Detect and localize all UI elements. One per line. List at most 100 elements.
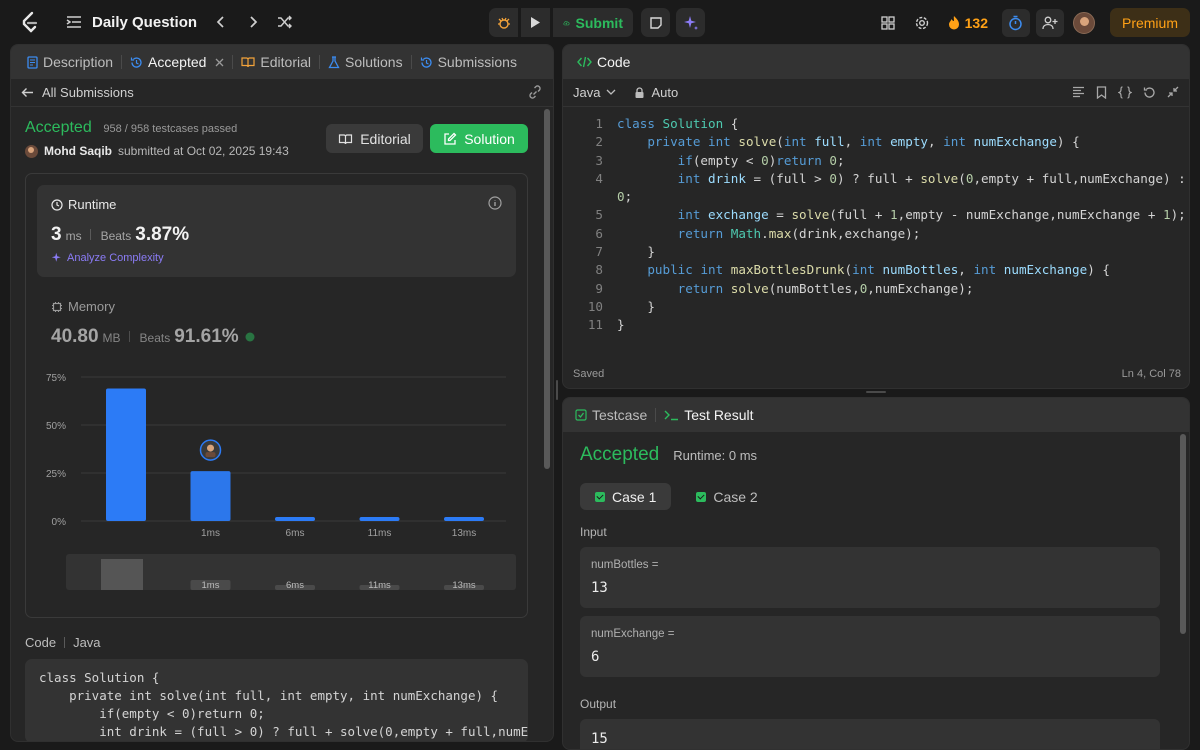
navigator-label: 1ms (202, 580, 220, 591)
chevron-left-icon[interactable] (207, 8, 235, 36)
chevron-down-icon[interactable] (606, 89, 616, 96)
settings-gear-icon[interactable] (908, 9, 936, 37)
tab-accepted[interactable]: Accepted (124, 45, 230, 79)
link-icon[interactable] (527, 85, 543, 99)
reset-icon[interactable] (1143, 86, 1156, 99)
submitter-line: Mohd Saqib submitted at Oct 02, 2025 19:… (25, 144, 289, 158)
runtime-box[interactable]: Runtime 3 ms Beats 3.87% Analyze Complex… (37, 185, 516, 277)
add-friend-icon[interactable] (1035, 8, 1064, 37)
case-tab-1[interactable]: Case 1 (580, 483, 672, 510)
case-tabs: Case 1 Case 2 (580, 483, 1160, 510)
solution-button[interactable]: Solution (430, 124, 528, 153)
problem-list-title[interactable]: Daily Question (92, 14, 197, 31)
premium-button[interactable]: Premium (1109, 8, 1190, 37)
document-icon (27, 55, 38, 69)
submitter-name[interactable]: Mohd Saqib (44, 144, 112, 158)
sparkle-icon (51, 252, 61, 262)
x-tick-label: 6ms (286, 528, 305, 539)
runtime-distribution-chart[interactable]: 0% 25% 50% 75% 1ms 6ms 11ms 13ms 1ms 6ms 11ms 13ms (26, 364, 529, 614)
edit-icon (444, 132, 457, 145)
code-section-label: Code (25, 635, 57, 650)
runtime-value: 3 (51, 224, 62, 245)
avatar-face (207, 444, 214, 452)
arrow-left-icon (21, 88, 33, 97)
check-icon (696, 491, 707, 502)
shuffle-icon[interactable] (271, 8, 299, 36)
tab-submissions[interactable]: Submissions (414, 45, 523, 79)
tab-code[interactable]: Code (571, 45, 636, 79)
user-avatar[interactable] (1070, 9, 1098, 37)
submit-label: Submit (575, 14, 623, 31)
analyze-complexity-link[interactable]: Analyze Complexity (51, 252, 164, 264)
line-number-gutter: 1 2 3 4 5 6 7 8 9 10 11 (577, 115, 603, 335)
code-icon (577, 56, 592, 68)
note-icon (649, 16, 662, 29)
submitter-avatar[interactable] (25, 144, 38, 158)
streak-counter[interactable]: 132 (948, 15, 988, 31)
submitted-code-snippet[interactable]: class Solution { private int solve(int f… (25, 659, 528, 741)
test-panel-scrollbar[interactable] (1180, 434, 1186, 634)
debug-button[interactable] (489, 8, 518, 37)
ai-assist-button[interactable] (676, 8, 705, 37)
distribution-bar[interactable] (190, 471, 231, 521)
test-result-panel: Testcase Test Result Accepted Runtime: 0… (562, 397, 1190, 750)
history-icon (130, 56, 142, 68)
editorial-button[interactable]: Editorial (326, 124, 423, 153)
problem-list-icon[interactable] (60, 8, 88, 36)
vertical-resize-handle[interactable] (866, 391, 886, 393)
braces-icon[interactable] (1118, 86, 1132, 99)
test-runtime: Runtime: 0 ms (673, 448, 758, 463)
distribution-bar[interactable] (444, 517, 484, 521)
all-submissions-link[interactable]: All Submissions (11, 79, 553, 107)
distribution-bar[interactable] (359, 517, 400, 521)
tab-description[interactable]: Description (21, 45, 119, 79)
code-editor[interactable]: 1 2 3 4 5 6 7 8 9 10 11 class Solution { private … (563, 115, 1189, 345)
input-value: 6 (591, 649, 600, 665)
memory-beats-value: 91.61% (174, 326, 239, 347)
submit-button[interactable]: Submit (553, 8, 633, 37)
distribution-bar[interactable] (106, 388, 146, 521)
memory-header[interactable]: Memory (51, 299, 115, 314)
top-bar: Daily Question Submit 132 Premium (0, 0, 1200, 44)
navigator-bar (101, 559, 143, 590)
leetcode-logo-icon[interactable] (16, 9, 42, 35)
y-tick-label: 75% (46, 373, 66, 384)
left-panel-scrollbar[interactable] (544, 109, 550, 469)
info-icon[interactable] (488, 196, 502, 210)
memory-beats-label: Beats (139, 331, 171, 345)
tab-editorial[interactable]: Editorial (235, 45, 317, 79)
input-box-numexchange[interactable]: numExchange = 6 (580, 616, 1160, 677)
timer-icon[interactable] (1001, 8, 1030, 37)
tab-testcase[interactable]: Testcase (569, 398, 653, 432)
code-content[interactable]: class Solution { private int solve(int f… (617, 115, 1186, 335)
code-editor-panel: Code Java Auto 1 2 3 4 5 6 7 8 9 10 11 class Solu… (562, 44, 1190, 389)
tab-test-result[interactable]: Test Result (658, 398, 759, 432)
notes-button[interactable] (641, 8, 670, 37)
fire-icon (948, 16, 959, 30)
memory-value-row[interactable]: 40.80 MB Beats 91.61% (51, 326, 257, 348)
line-number: 6 (595, 225, 603, 241)
bookmark-icon[interactable] (1096, 86, 1107, 99)
layout-icon[interactable] (874, 9, 902, 37)
line-number: 3 (595, 152, 603, 168)
close-icon[interactable] (215, 58, 224, 67)
case-tab-2[interactable]: Case 2 (681, 483, 772, 510)
collapse-icon[interactable] (1167, 86, 1179, 98)
cloud-upload-icon (563, 20, 570, 25)
editor-toolbar: Java Auto (563, 79, 1189, 107)
y-tick-label: 0% (52, 517, 67, 528)
run-button[interactable] (521, 8, 550, 37)
distribution-bar[interactable] (275, 517, 315, 521)
horizontal-resize-handle[interactable] (556, 380, 558, 400)
tab-solutions[interactable]: Solutions (322, 45, 409, 79)
line-number: 10 (587, 298, 603, 314)
language-select[interactable]: Java (573, 85, 600, 100)
line-number: 9 (595, 280, 603, 296)
chevron-right-icon[interactable] (239, 8, 267, 36)
output-box[interactable]: 15 (580, 719, 1160, 749)
autocomplete-mode[interactable]: Auto (651, 85, 678, 100)
test-result-body: Accepted Runtime: 0 ms Case 1 Case 2 Inp… (580, 444, 1160, 749)
memory-label: Memory (68, 299, 115, 314)
input-box-numbottles[interactable]: numBottles = 13 (580, 547, 1160, 608)
format-icon[interactable] (1072, 86, 1085, 98)
